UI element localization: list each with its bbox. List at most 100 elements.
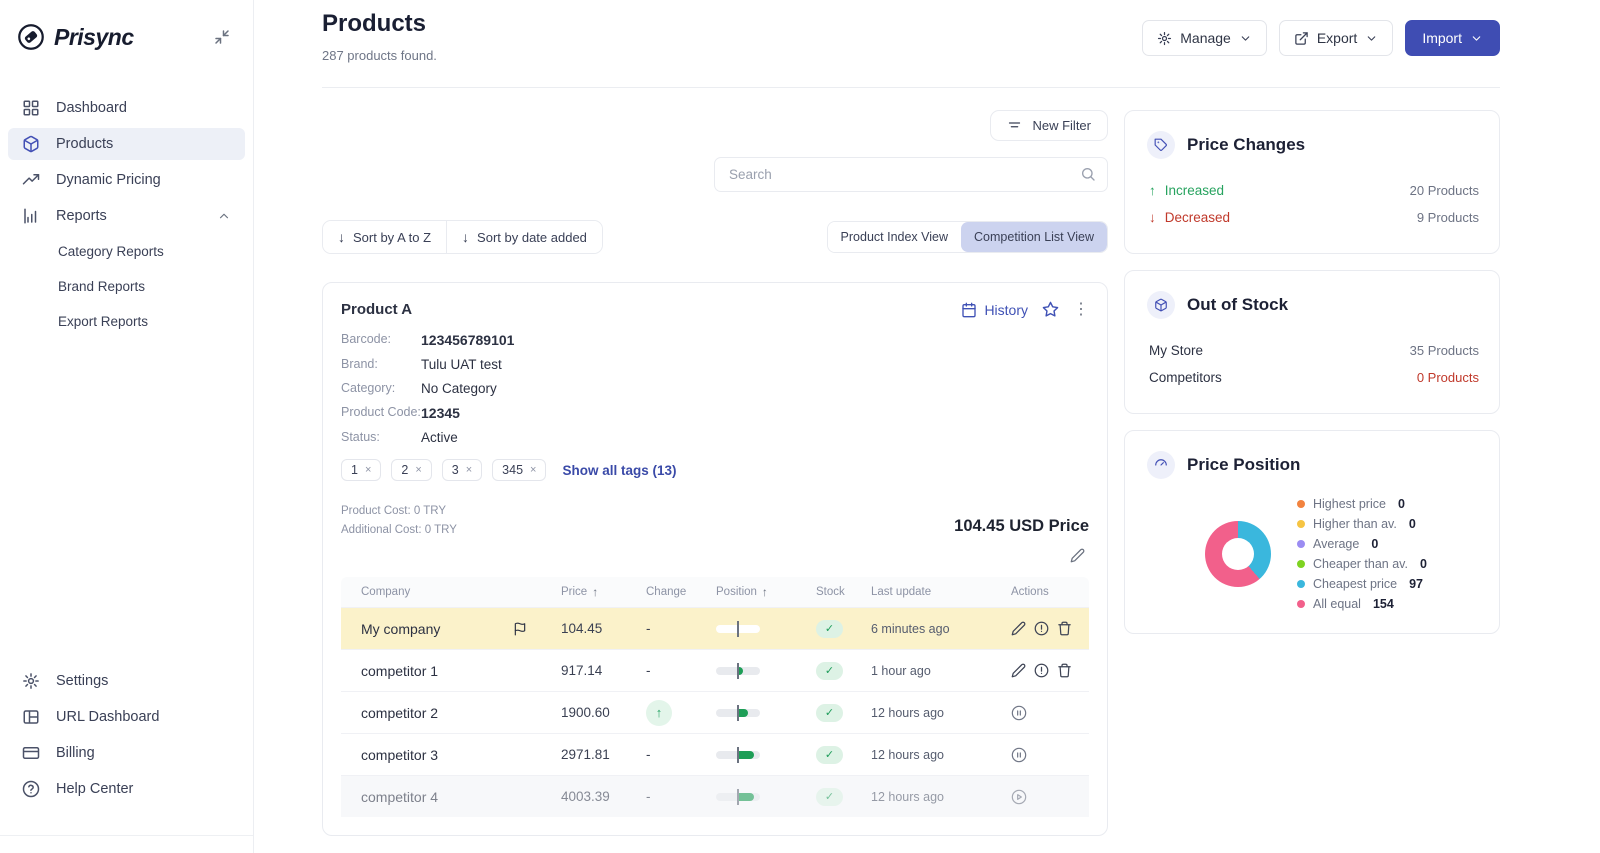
panel-head: Price Position	[1147, 451, 1479, 479]
alert-circle-icon[interactable]	[1034, 663, 1049, 678]
play-circle-icon[interactable]	[1011, 789, 1027, 805]
sort-asc-icon: ↑	[762, 585, 768, 599]
col-company[interactable]: Company	[361, 586, 561, 598]
product-price: 104.45 USD Price	[954, 517, 1089, 536]
help-circle-icon	[22, 780, 40, 798]
legend-label: All equal	[1313, 597, 1361, 611]
chevron-down-icon	[1239, 32, 1252, 45]
new-filter-button[interactable]: New Filter	[990, 110, 1108, 141]
pause-circle-icon[interactable]	[1011, 705, 1027, 721]
sidebar-collapse-icon[interactable]	[213, 28, 231, 46]
main-content: Products 287 products found. Manage	[254, 0, 1600, 853]
header-actions: Manage Export Import	[1142, 20, 1500, 56]
trash-icon[interactable]	[1057, 663, 1072, 678]
sidebar-item-label: Products	[56, 136, 113, 152]
sidebar-subitem-brand-reports[interactable]: Brand Reports	[0, 271, 253, 302]
field-barcode: Barcode: 123456789101	[341, 332, 1089, 348]
sidebar-item-billing[interactable]: Billing	[8, 737, 245, 769]
tab-competition-list-view[interactable]: Competition List View	[961, 222, 1107, 252]
sidebar-item-dashboard[interactable]: Dashboard	[8, 92, 245, 124]
history-button[interactable]: History	[961, 302, 1028, 318]
page-header: Products 287 products found. Manage	[322, 10, 1500, 63]
external-link-icon	[1294, 31, 1309, 46]
grid-icon	[22, 99, 40, 117]
pencil-icon[interactable]	[1070, 548, 1085, 563]
actions-cell	[1011, 789, 1069, 805]
col-price-label: Price	[561, 586, 587, 598]
change-cell: -	[646, 789, 716, 804]
alert-circle-icon[interactable]	[1034, 621, 1049, 636]
sort-by-date-button[interactable]: ↓ Sort by date added	[446, 221, 602, 253]
sidebar-item-settings[interactable]: Settings	[8, 665, 245, 697]
arrow-up-icon: ↑	[656, 705, 663, 720]
tags-row: 1 × 2 × 3 × 345 × Show all ta	[341, 459, 1089, 481]
sidebar-item-help-center[interactable]: Help Center	[8, 773, 245, 805]
calendar-icon	[961, 302, 977, 318]
change-cell: -	[646, 621, 716, 636]
legend-item: Highest price 0	[1297, 497, 1427, 511]
pencil-icon[interactable]	[1011, 663, 1026, 678]
company-name: competitor 1	[361, 663, 438, 679]
prisync-logo-icon	[16, 22, 46, 52]
actions-cell	[1011, 747, 1069, 763]
legend-item: All equal 154	[1297, 597, 1427, 611]
actions-cell	[1011, 621, 1072, 636]
trash-icon[interactable]	[1057, 621, 1072, 636]
export-button[interactable]: Export	[1279, 20, 1393, 56]
sidebar-subitem-category-reports[interactable]: Category Reports	[0, 236, 253, 267]
price-cell: 2971.81	[561, 747, 646, 762]
sidebar-item-dynamic-pricing[interactable]: Dynamic Pricing	[8, 164, 245, 196]
legend-dot	[1297, 580, 1305, 588]
close-icon[interactable]: ×	[530, 464, 536, 476]
chevron-up-icon[interactable]	[217, 209, 231, 223]
pencil-icon[interactable]	[1011, 621, 1026, 636]
price-position-legend: Highest price 0 Higher than av. 0 Averag…	[1297, 497, 1427, 611]
tag-chip[interactable]: 3 ×	[442, 459, 482, 481]
tag-label: 2	[401, 463, 408, 477]
field-label: Barcode:	[341, 332, 421, 348]
actions-cell	[1011, 705, 1069, 721]
search-input[interactable]	[714, 157, 1108, 192]
company-cell: competitor 3	[361, 747, 561, 763]
field-value: 12345	[421, 405, 460, 421]
sort-a-to-z-button[interactable]: ↓ Sort by A to Z	[323, 221, 446, 253]
manage-button[interactable]: Manage	[1142, 20, 1267, 56]
arrow-down-icon: ↓	[462, 229, 469, 245]
pause-circle-icon[interactable]	[1011, 747, 1027, 763]
sidebar-item-reports[interactable]: Reports	[8, 200, 245, 232]
close-icon[interactable]: ×	[466, 464, 472, 476]
col-change[interactable]: Change	[646, 586, 716, 598]
sidebar-bottom-divider	[0, 835, 253, 853]
check-icon: ✓	[825, 748, 834, 761]
sidebar-item-products[interactable]: Products	[8, 128, 245, 160]
field-value: 123456789101	[421, 332, 514, 348]
show-all-tags-link[interactable]: Show all tags (13)	[562, 463, 676, 478]
kebab-menu-icon[interactable]: ⋮	[1073, 302, 1089, 318]
sidebar-subitem-export-reports[interactable]: Export Reports	[0, 306, 253, 337]
change-cell: ↑	[646, 700, 716, 726]
close-icon[interactable]: ×	[365, 464, 371, 476]
last-update-cell: 6 minutes ago	[871, 622, 1011, 636]
flag-icon[interactable]	[513, 622, 527, 636]
layout-icon	[22, 708, 40, 726]
edit-price-row	[341, 548, 1089, 563]
tag-chip[interactable]: 2 ×	[391, 459, 431, 481]
cost-price-row: Product Cost: 0 TRY Additional Cost: 0 T…	[341, 505, 1089, 536]
col-position[interactable]: Position ↑	[716, 585, 816, 599]
star-icon[interactable]	[1042, 301, 1059, 318]
sidebar-item-url-dashboard[interactable]: URL Dashboard	[8, 701, 245, 733]
col-price[interactable]: Price ↑	[561, 585, 646, 599]
bar-chart-icon	[22, 207, 40, 225]
position-indicator	[716, 709, 760, 717]
competitors-label: Competitors	[1149, 370, 1222, 385]
table-row-competitor-4: competitor 4 4003.39 - ✓ 12 hours ago	[341, 775, 1089, 817]
product-card: Product A History	[322, 282, 1108, 836]
increased-count: 20 Products	[1410, 183, 1479, 198]
panel-title: Out of Stock	[1187, 295, 1288, 315]
sidebar-item-label: Reports	[56, 208, 107, 224]
tag-chip[interactable]: 345 ×	[492, 459, 546, 481]
close-icon[interactable]: ×	[415, 464, 421, 476]
import-button[interactable]: Import	[1405, 20, 1500, 56]
tag-chip[interactable]: 1 ×	[341, 459, 381, 481]
tab-product-index-view[interactable]: Product Index View	[828, 222, 961, 252]
